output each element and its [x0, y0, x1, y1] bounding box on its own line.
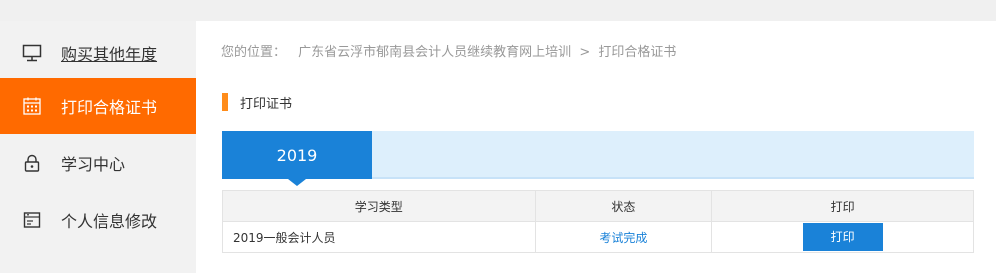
breadcrumb-current: 打印合格证书 [598, 45, 677, 60]
print-button[interactable]: 打印 [802, 223, 883, 251]
monitor-icon [22, 43, 42, 63]
year-tab-active[interactable]: 2019 [222, 131, 372, 186]
certificate-table: 学习类型 状态 打印 2019一般会计人员 考试完成 打印 [222, 190, 974, 253]
cell-study-type: 2019一般会计人员 [222, 221, 536, 253]
sidebar-item-label: 购买其他年度 [61, 45, 158, 64]
id-card-icon [22, 210, 42, 230]
section-title-bar [222, 93, 228, 111]
year-tab-strip: 2019 [222, 131, 974, 186]
column-header-type: 学习类型 [222, 190, 536, 222]
sidebar-item-edit-profile[interactable]: 个人信息修改 [0, 192, 202, 248]
sidebar-item-learning-center[interactable]: 学习中心 [0, 135, 202, 191]
sidebar-item-buy-other-years[interactable]: 购买其他年度 [0, 25, 202, 81]
lock-icon [22, 153, 42, 173]
breadcrumb-link-site[interactable]: 广东省云浮市郁南县会计人员继续教育网上培训 [298, 45, 571, 60]
cell-print: 打印 [711, 221, 974, 253]
sidebar-item-print-certificate[interactable]: 打印合格证书 [0, 78, 209, 134]
table-header-row: 学习类型 状态 打印 [222, 190, 974, 222]
column-header-status: 状态 [534, 190, 713, 222]
section-title-text: 打印证书 [240, 96, 293, 112]
sidebar: 购买其他年度 打印合格证书 学习中心 个人信息修改 [0, 21, 209, 273]
calendar-icon [22, 96, 42, 116]
cell-status: 考试完成 [534, 221, 713, 253]
table-row: 2019一般会计人员 考试完成 打印 [222, 221, 974, 253]
breadcrumb: 您的位置： 广东省云浮市郁南县会计人员继续教育网上培训 > 打印合格证书 [221, 41, 676, 60]
breadcrumb-prefix: 您的位置： [221, 45, 287, 60]
sidebar-item-label: 学习中心 [61, 155, 126, 174]
breadcrumb-separator: > [579, 45, 591, 60]
column-header-print: 打印 [711, 190, 974, 222]
sidebar-item-label: 打印合格证书 [61, 98, 158, 117]
main-content: 您的位置： 广东省云浮市郁南县会计人员继续教育网上培训 > 打印合格证书 打印证… [196, 21, 996, 273]
sidebar-item-label: 个人信息修改 [61, 212, 158, 231]
section-title: 打印证书 [222, 93, 293, 112]
